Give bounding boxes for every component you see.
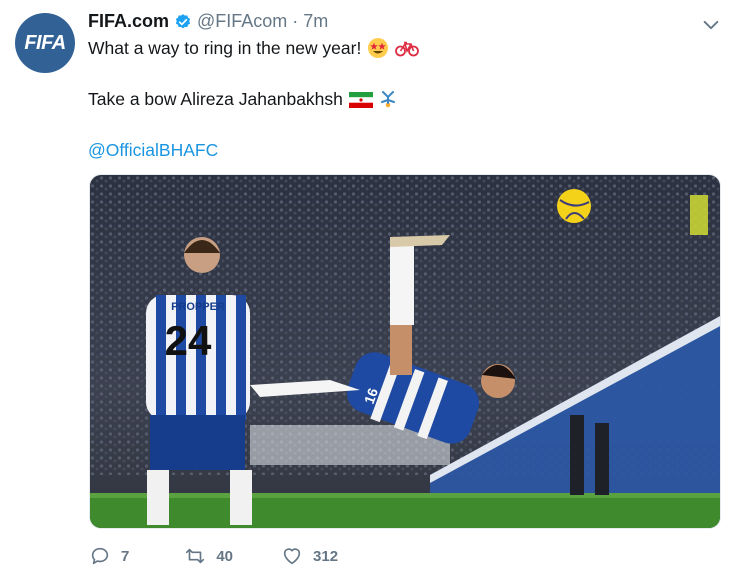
reply-icon [91,547,109,565]
tweet-text-line-2: Take a bow Alireza Jahanbakhsh [88,89,397,110]
avatar-logo-text: FIFA [24,31,66,54]
tweet-text: Take a bow Alireza Jahanbakhsh [88,89,343,109]
like-button[interactable]: 312 [281,545,338,567]
bicycle-kick-photo: PROPPER 24 16 [90,175,720,528]
retweet-count: 40 [216,547,234,565]
tweet-timestamp[interactable]: 7m [303,11,328,32]
player-name-text: PROPPER [171,301,225,313]
tweet-header: FIFA.com @FIFAcom · 7m [88,11,328,32]
player-number-text: 24 [165,317,212,364]
avatar[interactable]: FIFA [15,13,75,73]
heart-icon [283,548,301,565]
tweet-mention-line: @OfficialBHAFC [88,140,218,161]
chevron-down-icon[interactable] [700,14,722,36]
reply-button[interactable]: 7 [89,545,129,567]
bicycle-emoji-icon [395,41,420,57]
tweet-text: What a way to ring in the new year! [88,37,362,58]
author-name[interactable]: FIFA.com [88,11,169,32]
verified-badge-icon [175,13,191,28]
like-count: 312 [313,547,339,565]
iran-flag-emoji-icon [348,91,373,108]
author-handle[interactable]: @FIFAcom [197,11,287,32]
tweet-photo[interactable]: PROPPER 24 16 [89,174,721,529]
tweet-text-line-1: What a way to ring in the new year! [88,37,420,59]
retweet-icon [186,548,205,564]
cartwheel-emoji-icon [380,90,395,107]
reply-count: 7 [121,547,130,565]
star-struck-emoji-icon [368,38,389,58]
tweet-actions: 7 40 312 [89,545,338,567]
retweet-button[interactable]: 40 [184,545,233,567]
separator-dot: · [292,11,299,31]
mention-link[interactable]: @OfficialBHAFC [88,140,218,161]
